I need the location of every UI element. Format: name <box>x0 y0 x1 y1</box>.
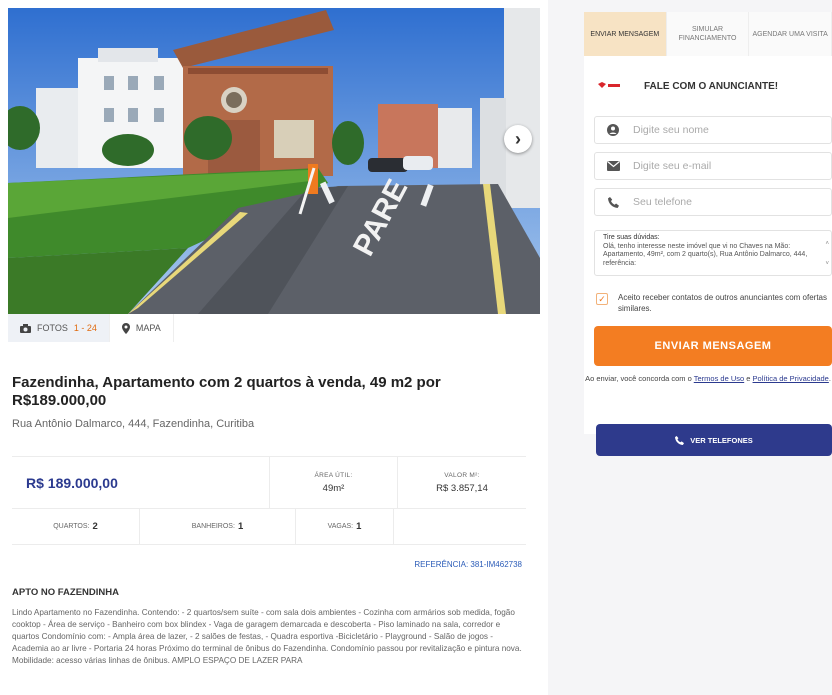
message-text: Olá, tenho interesse neste imóvel que vi… <box>603 242 808 267</box>
consent-text: Aceito receber contatos de outros anunci… <box>618 293 828 313</box>
parking-cell: VAGAS: 1 <box>296 509 394 544</box>
price-per-m2-cell: VALOR M²: R$ 3.857,14 <box>398 457 526 508</box>
phone-placeholder: Seu telefone <box>633 196 692 208</box>
page: PARE › FOTOS 1 - 24 MAPA Fazendinha, Apa… <box>0 0 832 695</box>
price-per-m2-value: R$ 3.857,14 <box>436 482 488 494</box>
terms-suffix: . <box>828 374 831 383</box>
tab-photos[interactable]: FOTOS 1 - 24 <box>8 314 110 342</box>
rooms-value: 2 <box>92 521 98 532</box>
contact-tabs: ENVIAR MENSAGEM SIMULAR FINANCIAMENTO AG… <box>584 12 832 56</box>
message-textarea[interactable]: Tire suas dúvidas: Olá, tenho interesse … <box>594 230 832 276</box>
listing-address: Rua Antônio Dalmarco, 444, Fazendinha, C… <box>12 418 255 430</box>
name-placeholder: Digite seu nome <box>633 124 709 136</box>
area-value: 49m² <box>322 482 345 494</box>
envelope-icon <box>605 161 621 171</box>
terms-and: e <box>746 374 751 383</box>
description-text: Lindo Apartamento no Fazendinha. Contend… <box>12 608 522 665</box>
next-photo-button[interactable]: › <box>504 125 532 153</box>
specs-row: R$ 189.000,00 ÁREA ÚTIL: 49m² VALOR M²: … <box>12 457 526 509</box>
parking-label: VAGAS: <box>327 523 354 530</box>
textarea-scroll-arrows-icon[interactable]: ˄ ˅ <box>825 234 829 274</box>
tab-photos-label: FOTOS <box>37 323 68 333</box>
email-field[interactable]: Digite seu e-mail <box>594 152 832 180</box>
rooms-cell: QUARTOS: 2 <box>12 509 140 544</box>
area-label: ÁREA ÚTIL: <box>314 471 353 479</box>
terms-prefix: Ao enviar, você concorda com o <box>585 374 692 383</box>
view-phones-label: VER TELEFONES <box>690 435 753 445</box>
price-per-m2-label: VALOR M²: <box>444 471 480 479</box>
send-message-button[interactable]: ENVIAR MENSAGEM <box>594 326 832 366</box>
baths-label: BANHEIROS: <box>191 523 235 530</box>
tab-schedule-visit[interactable]: AGENDAR UMA VISITA <box>749 12 832 56</box>
listing-title: Fazendinha, Apartamento com 2 quartos à … <box>12 374 441 409</box>
advertiser-logo <box>598 82 620 88</box>
specs-table: R$ 189.000,00 ÁREA ÚTIL: 49m² VALOR M²: … <box>12 456 526 545</box>
view-phones-button[interactable]: VER TELEFONES <box>596 424 832 456</box>
price-value: R$ 189.000,00 <box>12 457 270 508</box>
listing-column: PARE › FOTOS 1 - 24 MAPA Fazendinha, Apa… <box>0 0 548 695</box>
rooms-label: QUARTOS: <box>53 523 90 530</box>
map-pin-icon <box>121 322 130 334</box>
empty-cell <box>394 509 526 544</box>
tab-send-message[interactable]: ENVIAR MENSAGEM <box>584 12 667 56</box>
parking-value: 1 <box>356 521 362 532</box>
tab-map-label: MAPA <box>135 323 161 333</box>
terms-of-use-link[interactable]: Termos de Uso <box>694 374 744 383</box>
chevron-right-icon: › <box>515 128 521 149</box>
terms-note: Ao enviar, você concorda com o Termos de… <box>584 374 832 384</box>
tab-simulate-financing[interactable]: SIMULAR FINANCIAMENTO <box>666 12 750 56</box>
privacy-policy-link[interactable]: Política de Privacidade <box>753 374 829 383</box>
description-title: APTO NO FAZENDINHA <box>12 587 119 598</box>
area-cell: ÁREA ÚTIL: 49m² <box>270 457 398 508</box>
contact-title: FALE COM O ANUNCIANTE! <box>644 81 779 92</box>
consent-row: ✓ Aceito receber contatos de outros anun… <box>596 292 832 314</box>
photo-count: 1 - 24 <box>73 323 97 333</box>
photo-tabs: FOTOS 1 - 24 MAPA <box>8 314 174 342</box>
email-placeholder: Digite seu e-mail <box>633 160 712 172</box>
photo-illustration: PARE <box>8 8 540 314</box>
listing-photo[interactable]: PARE <box>8 8 540 314</box>
tab-map[interactable]: MAPA <box>109 314 174 342</box>
baths-cell: BANHEIROS: 1 <box>140 509 296 544</box>
baths-value: 1 <box>237 521 244 532</box>
specs-row: QUARTOS: 2 BANHEIROS: 1 VAGAS: 1 <box>12 509 526 545</box>
name-field[interactable]: Digite seu nome <box>594 116 832 144</box>
consent-checkbox[interactable]: ✓ <box>596 293 608 305</box>
user-icon <box>605 124 621 136</box>
reference-code: REFERÊNCIA: 381-IM462738 <box>414 560 522 569</box>
message-label: Tire suas dúvidas: <box>603 234 660 241</box>
phone-icon <box>675 435 685 445</box>
contact-form: FALE COM O ANUNCIANTE! Digite seu nome D… <box>584 56 832 434</box>
camera-icon <box>20 323 31 333</box>
phone-field[interactable]: Seu telefone <box>594 188 832 216</box>
phone-icon <box>605 196 621 208</box>
